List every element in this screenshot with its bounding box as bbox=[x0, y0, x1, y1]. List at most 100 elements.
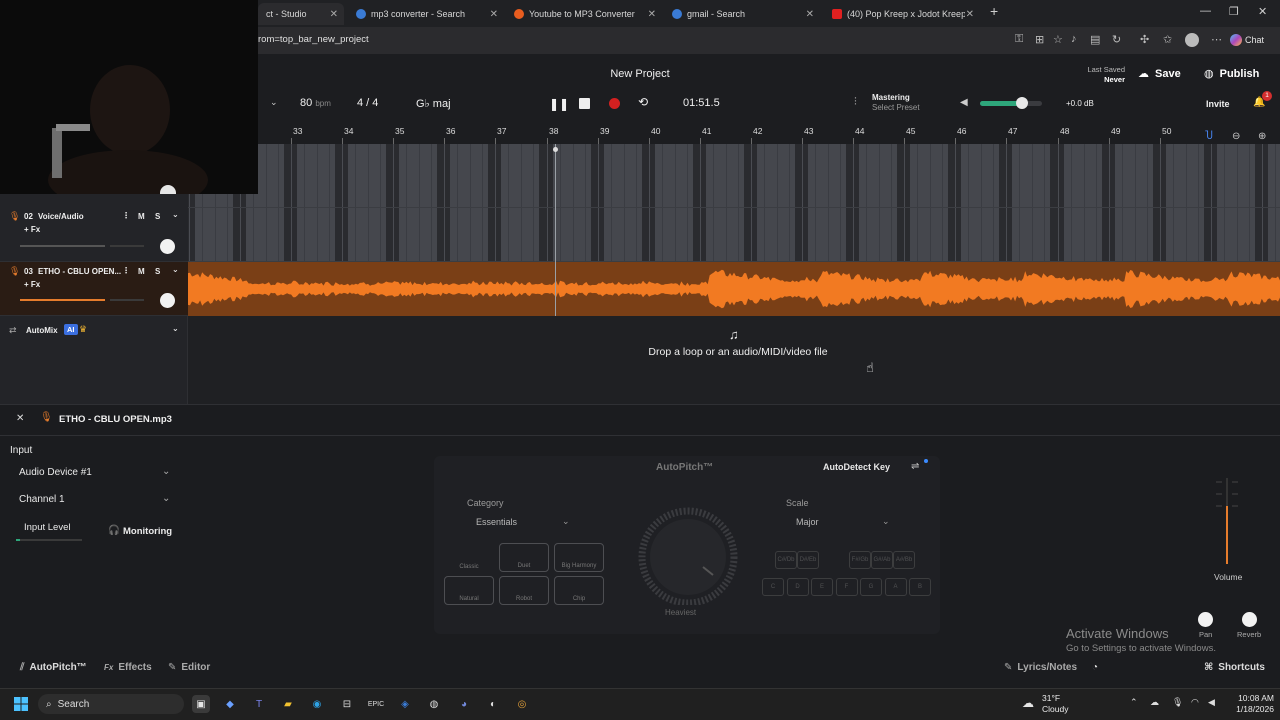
restore-button[interactable]: ❐ bbox=[1229, 5, 1239, 18]
chevron-down-icon[interactable]: ⌄ bbox=[562, 516, 570, 527]
preset-chip[interactable]: Chip bbox=[554, 576, 604, 605]
epic-games-icon[interactable]: EPIC bbox=[367, 695, 385, 713]
close-icon[interactable]: ✕ bbox=[330, 9, 338, 20]
app-icon[interactable]: ◍ bbox=[425, 695, 443, 713]
taskbar-search[interactable]: ⌕ Search bbox=[38, 694, 184, 714]
tab-lyrics-notes[interactable]: ✎ Lyrics/Notes bbox=[1004, 662, 1077, 673]
tab-youtube-video[interactable]: (40) Pop Kreep x Jodot Kreep Dark ✕ bbox=[824, 3, 980, 25]
key-button-natural[interactable]: A bbox=[884, 578, 907, 596]
preset-robot[interactable]: Robot bbox=[499, 576, 549, 605]
app-icon[interactable]: ◈ bbox=[396, 695, 414, 713]
zoom-out-icon[interactable]: ⊖ bbox=[1232, 131, 1240, 142]
chevron-up-icon[interactable]: ⌃ bbox=[1130, 697, 1138, 708]
tuner-icon[interactable]: ◔ bbox=[1092, 662, 1098, 673]
tab-youtube-to-mp3[interactable]: Youtube to MP3 Converter ✕ bbox=[506, 3, 662, 25]
chrome-icon[interactable]: ◎ bbox=[513, 695, 531, 713]
dropzone-text[interactable]: Drop a loop or an audio/MIDI/video file bbox=[560, 346, 916, 358]
solo-button[interactable]: S bbox=[155, 212, 160, 221]
channel-select[interactable]: Channel 1 bbox=[19, 494, 65, 505]
reverb-knob[interactable] bbox=[1242, 612, 1257, 627]
preset-duet[interactable]: Duet bbox=[499, 543, 549, 572]
close-icon[interactable]: ✕ bbox=[966, 9, 974, 20]
tab-gmail-search[interactable]: gmail - Search ✕ bbox=[664, 3, 820, 25]
close-icon[interactable]: ✕ bbox=[490, 9, 498, 20]
monitoring-toggle[interactable]: Monitoring bbox=[123, 526, 172, 537]
solo-button[interactable]: S bbox=[155, 267, 160, 276]
chevron-down-icon[interactable]: ⌄ bbox=[270, 97, 278, 108]
chevron-down-icon[interactable]: ⌄ bbox=[172, 324, 179, 333]
track-name[interactable]: ETHO - CBLU OPEN... bbox=[38, 267, 121, 276]
chevron-down-icon[interactable]: ⌄ bbox=[882, 516, 890, 527]
close-window-button[interactable]: ✕ bbox=[1258, 5, 1267, 18]
autodetect-key-button[interactable]: AutoDetect Key bbox=[823, 462, 890, 472]
onedrive-icon[interactable]: ☁ bbox=[1150, 697, 1159, 708]
pan-knob[interactable] bbox=[160, 239, 175, 254]
publish-button[interactable]: ◍ Publish bbox=[1204, 67, 1259, 81]
key-icon[interactable]: ⚿ bbox=[1015, 33, 1023, 46]
tab-effects[interactable]: Fx Effects bbox=[104, 662, 152, 673]
discord-icon[interactable]: ◕ bbox=[455, 695, 473, 713]
track-row[interactable]: 🎙 03 ETHO - CBLU OPEN... ⋮ M S ⌄ + Fx bbox=[0, 262, 188, 316]
star-icon[interactable]: ☆ bbox=[1053, 33, 1063, 46]
file-explorer-icon[interactable]: ▰ bbox=[279, 695, 297, 713]
apps-icon[interactable]: ⊞ bbox=[1035, 33, 1044, 46]
more-icon[interactable]: ⋯ bbox=[1211, 33, 1222, 46]
tempo-display[interactable]: 80 bpm bbox=[300, 97, 331, 109]
stop-button[interactable] bbox=[579, 98, 590, 109]
favorites-icon[interactable]: ✩ bbox=[1163, 33, 1172, 46]
taskbar-clock[interactable]: 10:08 AM 1/18/2026 bbox=[1224, 693, 1274, 715]
reader-icon[interactable]: ▤ bbox=[1090, 33, 1100, 46]
minimize-button[interactable]: — bbox=[1200, 5, 1211, 17]
track-row[interactable]: 🎙 02 Voice/Audio ⋮ M S ⌄ + Fx bbox=[0, 207, 188, 262]
key-button-sharp[interactable]: G#/Ab bbox=[871, 551, 893, 569]
wifi-icon[interactable]: ◠ bbox=[1191, 697, 1199, 708]
track-name[interactable]: Voice/Audio bbox=[38, 212, 84, 221]
store-icon[interactable]: ⊟ bbox=[338, 695, 356, 713]
extensions-icon[interactable]: ✣ bbox=[1140, 33, 1149, 46]
pause-button[interactable]: ❚❚ bbox=[549, 97, 569, 111]
key-button-sharp[interactable]: D#/Eb bbox=[797, 551, 819, 569]
steam-icon[interactable]: ◐ bbox=[484, 695, 502, 713]
scale-select[interactable]: Major bbox=[796, 517, 819, 527]
task-view-icon[interactable]: ▣ bbox=[192, 695, 210, 713]
volume-icon[interactable]: ◀︎ bbox=[1208, 697, 1215, 708]
project-title[interactable]: New Project bbox=[580, 68, 700, 80]
key-button-natural[interactable]: B bbox=[909, 578, 931, 596]
volume-meter[interactable] bbox=[1212, 476, 1242, 566]
key-selector[interactable]: G♭ maj bbox=[416, 97, 451, 110]
url-field[interactable]: rom=top_bar_new_project bbox=[258, 34, 369, 45]
tab-studio[interactable]: ct - Studio ✕ bbox=[258, 3, 344, 25]
loop-button[interactable]: ⟲ bbox=[638, 95, 648, 109]
invite-button[interactable]: Invite bbox=[1206, 99, 1230, 109]
audio-clip-etho[interactable] bbox=[188, 262, 1280, 316]
chevron-down-icon[interactable]: ⌄ bbox=[162, 466, 170, 477]
key-button-sharp[interactable]: C#/Db bbox=[775, 551, 797, 569]
save-button[interactable]: ☁ Save bbox=[1138, 67, 1181, 81]
chevron-down-icon[interactable]: ⌄ bbox=[162, 493, 170, 504]
mute-button[interactable]: M bbox=[138, 212, 145, 221]
windows-start-icon[interactable] bbox=[12, 695, 30, 713]
mute-button[interactable]: M bbox=[138, 267, 145, 276]
chevron-down-icon[interactable]: ⌄ bbox=[172, 265, 179, 274]
more-icon[interactable]: ⋮ bbox=[122, 211, 130, 220]
weather-widget[interactable]: 31°F Cloudy bbox=[1042, 693, 1068, 715]
automix-label[interactable]: AutoMix bbox=[26, 326, 58, 335]
new-tab-button[interactable]: + bbox=[990, 3, 998, 19]
microphone-icon[interactable]: ♪ bbox=[1071, 33, 1077, 45]
speaker-icon[interactable]: ◀︎ bbox=[960, 97, 968, 108]
microphone-icon[interactable]: 🎙 bbox=[1172, 697, 1183, 708]
preset-natural[interactable]: Natural bbox=[444, 576, 494, 605]
master-volume-knob[interactable] bbox=[1016, 97, 1028, 109]
track-pan-fader[interactable] bbox=[110, 245, 144, 247]
tab-autopitch[interactable]: ⫽ AutoPitch™ bbox=[20, 662, 87, 673]
refresh-icon[interactable]: ↻ bbox=[1112, 33, 1121, 46]
record-button[interactable] bbox=[609, 98, 620, 109]
add-fx-button[interactable]: + Fx bbox=[24, 280, 40, 289]
key-button-natural[interactable]: D bbox=[786, 578, 809, 596]
copilot-icon[interactable]: ◆ bbox=[221, 695, 239, 713]
key-button-sharp[interactable]: A#/Bb bbox=[893, 551, 915, 569]
track-volume-fader[interactable] bbox=[20, 245, 105, 247]
snap-icon[interactable]: Ⴎ bbox=[1205, 131, 1213, 142]
track-volume-fader[interactable] bbox=[20, 299, 105, 301]
key-button-natural[interactable]: C bbox=[762, 578, 784, 596]
